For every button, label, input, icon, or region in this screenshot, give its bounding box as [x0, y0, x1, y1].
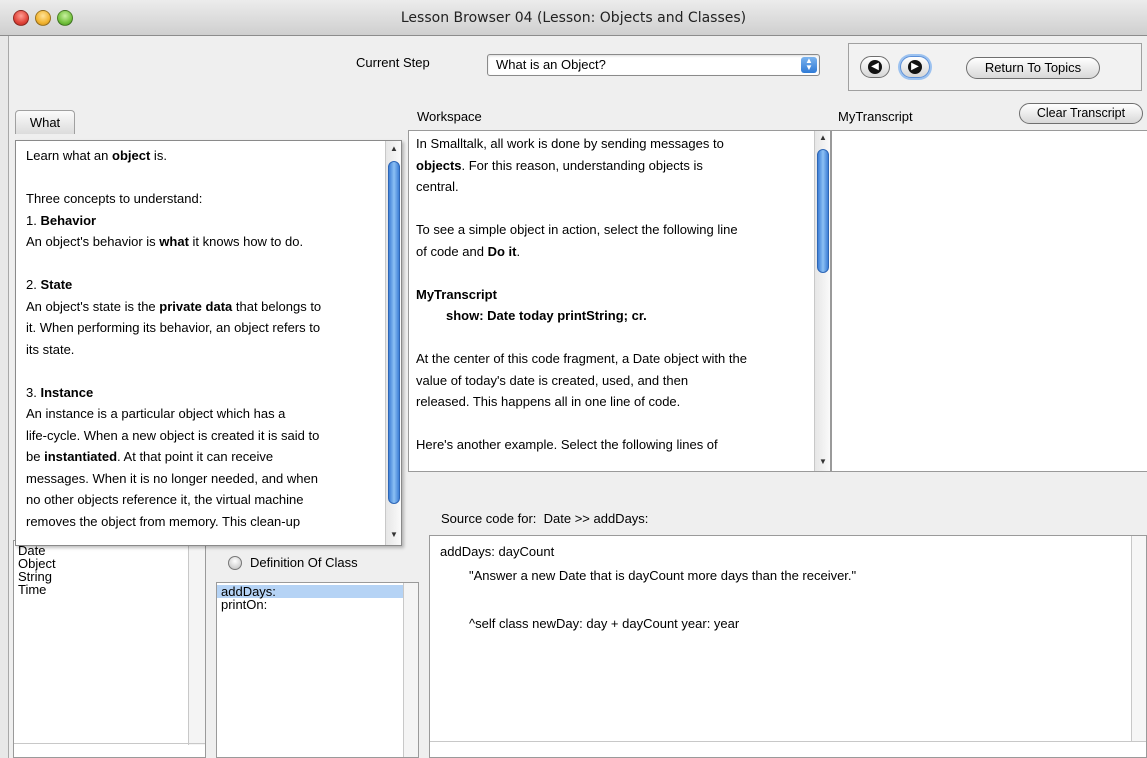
right-arrow-icon: ▶ [908, 60, 922, 74]
what-line: no other objects reference it, the virtu… [26, 492, 304, 507]
divider [430, 741, 1146, 742]
what-line: An instance is a particular object which… [26, 406, 286, 421]
workspace-code-line: MyTranscript [416, 286, 497, 302]
what-line: 3. Instance [26, 384, 94, 400]
what-line: it. When performing its behavior, an obj… [26, 320, 321, 335]
select-arrows-icon: ▲ ▼ [801, 57, 817, 73]
workspace-pane[interactable]: In Smalltalk, all work is done by sendin… [408, 130, 831, 472]
what-line: An object's behavior is what it knows ho… [26, 234, 304, 249]
title-bar: Lesson Browser 04 (Lesson: Objects and C… [0, 0, 1147, 36]
workspace-line: released. This happens all in one line o… [416, 394, 681, 409]
source-label-prefix: Source code for: [441, 511, 537, 526]
list-item[interactable]: Time [14, 583, 205, 596]
window-title: Lesson Browser 04 (Lesson: Objects and C… [400, 10, 747, 26]
previous-step-button[interactable]: ◀ [860, 56, 890, 78]
definition-of-class-radio[interactable] [228, 556, 242, 570]
definition-of-class-label: Definition Of Class [250, 555, 358, 570]
next-step-button[interactable]: ▶ [900, 56, 930, 78]
source-code-pane[interactable]: addDays: dayCount "Answer a new Date tha… [429, 535, 1147, 758]
workspace-line: In Smalltalk, all work is done by sendin… [416, 136, 724, 151]
workspace-line: objects. For this reason, understanding … [416, 157, 703, 173]
method-list[interactable]: addDays: printOn: [216, 582, 419, 758]
list-item[interactable]: printOn: [217, 598, 418, 611]
current-step-value: What is an Object? [496, 57, 606, 72]
scroll-down-icon[interactable]: ▼ [815, 457, 830, 466]
tab-what[interactable]: What [15, 110, 75, 134]
current-step-label: Current Step [356, 55, 430, 70]
left-arrow-icon: ◀ [868, 60, 882, 74]
what-pane[interactable]: Learn what an object is. Three concepts … [15, 140, 402, 546]
scroll-up-icon[interactable]: ▲ [815, 133, 830, 142]
workspace-line: of code and Do it. [416, 243, 521, 259]
source-line: "Answer a new Date that is dayCount more… [469, 568, 857, 583]
workspace-scroll-thumb[interactable] [817, 149, 829, 273]
what-line: 2. State [26, 277, 73, 292]
what-line: its state. [26, 341, 75, 357]
what-line: be instantiated. At that point it can re… [26, 449, 274, 464]
what-line: removes the object from memory. This cle… [26, 513, 301, 529]
source-line: ^self class newDay: day + dayCount year:… [469, 616, 740, 631]
return-to-topics-button[interactable]: Return To Topics [966, 57, 1100, 79]
current-step-select[interactable]: What is an Object? ▲ ▼ [487, 54, 820, 76]
workspace-line: To see a simple object in action, select… [416, 222, 738, 237]
workspace-line: value of today's date is created, used, … [416, 372, 689, 388]
what-line: messages. When it is no longer needed, a… [26, 470, 318, 486]
source-scrollbar[interactable] [1131, 536, 1146, 741]
source-line: addDays: dayCount [440, 544, 555, 559]
what-line: Learn what an object is. [26, 148, 167, 163]
what-scrollbar[interactable]: ▲ ▼ [385, 141, 401, 545]
clear-transcript-button[interactable]: Clear Transcript [1019, 103, 1143, 124]
navigation-box: ◀ ▶ Return To Topics [848, 43, 1142, 91]
source-label-value: Date >> addDays: [543, 511, 649, 526]
what-line: 1. Behavior [26, 212, 97, 228]
workspace-scrollbar[interactable]: ▲ ▼ [814, 131, 830, 471]
what-line: life-cycle. When a new object is created… [26, 427, 320, 443]
what-scroll-thumb[interactable] [388, 161, 400, 504]
transcript-label: MyTranscript [838, 109, 913, 124]
class-list[interactable]: Date Object String Time [13, 540, 206, 758]
class-list-scrollbar[interactable] [188, 541, 205, 745]
workspace-code-line: show: Date today printString; cr. [446, 308, 647, 323]
workspace-line: Here's another example. Select the follo… [416, 437, 718, 452]
what-line: An object's state is the private data th… [26, 298, 322, 314]
scroll-up-icon[interactable]: ▲ [386, 144, 401, 153]
scroll-down-icon[interactable]: ▼ [386, 530, 401, 539]
transcript-pane[interactable] [831, 130, 1147, 472]
divider [14, 743, 205, 744]
workspace-label: Workspace [417, 109, 482, 124]
what-line: Three concepts to understand: [26, 191, 203, 206]
source-code-label: Source code for: Date >> addDays: [441, 511, 648, 526]
method-list-scrollbar[interactable] [403, 583, 418, 757]
workspace-line: central. [416, 179, 459, 194]
workspace-line: At the center of this code fragment, a D… [416, 351, 747, 366]
